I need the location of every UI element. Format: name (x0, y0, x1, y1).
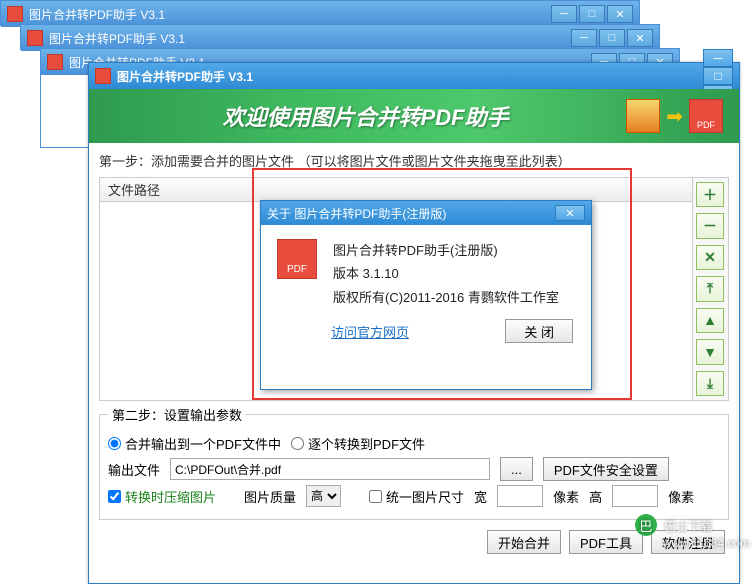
about-app-name: 图片合并转PDF助手(注册版) (333, 239, 559, 262)
about-copyright: 版权所有(C)2011-2016 青鹦软件工作室 (333, 286, 559, 309)
browse-button[interactable]: ... (500, 457, 533, 481)
about-close-button[interactable]: 关 闭 (505, 319, 573, 343)
compress-checkbox[interactable] (108, 490, 121, 503)
step1-label: 第一步：添加需要合并的图片文件 （可以将图片文件或图片文件夹拖曳至此列表） (99, 151, 729, 170)
start-merge-button[interactable]: 开始合并 (487, 530, 561, 554)
watermark-text: 巴士下载 (664, 520, 712, 534)
move-bottom-button[interactable]: ⤓ (696, 371, 724, 396)
radio-each-one-input[interactable] (291, 437, 304, 450)
about-title: 关于 图片合并转PDF助手(注册版) (267, 205, 555, 222)
unify-checkbox-label[interactable]: 统一图片尺寸 (369, 487, 464, 506)
banner: 欢迎使用图片合并转PDF助手 ➡ PDF (89, 89, 739, 143)
clear-files-button[interactable]: ✕ (696, 245, 724, 270)
minimize-button[interactable]: ─ (551, 5, 577, 23)
about-dialog: 关于 图片合并转PDF助手(注册版) ✕ PDF 图片合并转PDF助手(注册版)… (260, 200, 592, 390)
compress-checkbox-label[interactable]: 转换时压缩图片 (108, 487, 216, 506)
app-icon (7, 6, 23, 22)
maximize-button[interactable]: □ (599, 29, 625, 47)
pdf-tools-button[interactable]: PDF工具 (569, 530, 643, 554)
close-button[interactable]: ✕ (627, 29, 653, 47)
maximize-button[interactable]: □ (703, 67, 733, 85)
width-label: 宽 (474, 487, 487, 506)
step2-legend: 第二步：设置输出参数 (108, 405, 246, 424)
radio-each-one[interactable]: 逐个转换到PDF文件 (291, 434, 425, 453)
file-list-header[interactable]: 文件路径 (100, 178, 692, 202)
app-icon (47, 54, 63, 70)
about-version: 版本 3.1.10 (333, 262, 559, 285)
minimize-button[interactable]: ─ (703, 49, 733, 67)
arrow-right-icon: ➡ (666, 104, 683, 129)
pdf-icon: PDF (689, 99, 723, 133)
quality-label: 图片质量 (244, 487, 296, 506)
site-watermark: 巴 巴士下载 www.11684.com (635, 514, 750, 550)
unify-checkbox[interactable] (369, 490, 382, 503)
watermark-url: www.11684.com (663, 536, 750, 550)
image-icon (626, 99, 660, 133)
about-titlebar[interactable]: 关于 图片合并转PDF助手(注册版) ✕ (261, 201, 591, 225)
watermark-logo-icon: 巴 (635, 514, 657, 536)
window-title: 图片合并转PDF助手 V3.1 (49, 30, 565, 47)
move-down-button[interactable]: ▼ (696, 339, 724, 364)
move-up-button[interactable]: ▲ (696, 308, 724, 333)
titlebar[interactable]: 图片合并转PDF助手 V3.1 ─ □ ✕ (89, 63, 739, 89)
remove-file-button[interactable]: － (696, 213, 724, 238)
quality-select[interactable]: 高 (306, 485, 341, 507)
app-icon (27, 30, 43, 46)
step2-fieldset: 第二步：设置输出参数 合并输出到一个PDF文件中 逐个转换到PDF文件 输出文件… (99, 405, 729, 520)
height-label: 高 (589, 487, 602, 506)
background-window-2: 图片合并转PDF助手 V3.1 ─ □ ✕ (20, 24, 660, 50)
minimize-button[interactable]: ─ (571, 29, 597, 47)
about-close-icon[interactable]: ✕ (555, 205, 585, 221)
close-button[interactable]: ✕ (607, 5, 633, 23)
app-icon (95, 68, 111, 84)
output-file-label: 输出文件 (108, 460, 160, 479)
pdf-security-button[interactable]: PDF文件安全设置 (543, 457, 669, 481)
pdf-icon: PDF (277, 239, 317, 279)
maximize-button[interactable]: □ (579, 5, 605, 23)
window-title: 图片合并转PDF助手 V3.1 (29, 6, 545, 23)
width-input[interactable] (497, 485, 543, 507)
height-unit: 像素 (668, 487, 694, 506)
height-input[interactable] (612, 485, 658, 507)
radio-merge-one-input[interactable] (108, 437, 121, 450)
banner-slogan: 欢迎使用图片合并转PDF助手 (105, 100, 626, 132)
window-title: 图片合并转PDF助手 V3.1 (117, 68, 697, 85)
background-window-1: 图片合并转PDF助手 V3.1 ─ □ ✕ (0, 0, 640, 26)
about-website-link[interactable]: 访问官方网页 (331, 322, 409, 341)
move-top-button[interactable]: ⤒ (696, 276, 724, 301)
width-unit: 像素 (553, 487, 579, 506)
output-file-input[interactable] (170, 458, 490, 480)
radio-merge-one[interactable]: 合并输出到一个PDF文件中 (108, 434, 281, 453)
add-file-button[interactable]: ＋ (696, 182, 724, 207)
